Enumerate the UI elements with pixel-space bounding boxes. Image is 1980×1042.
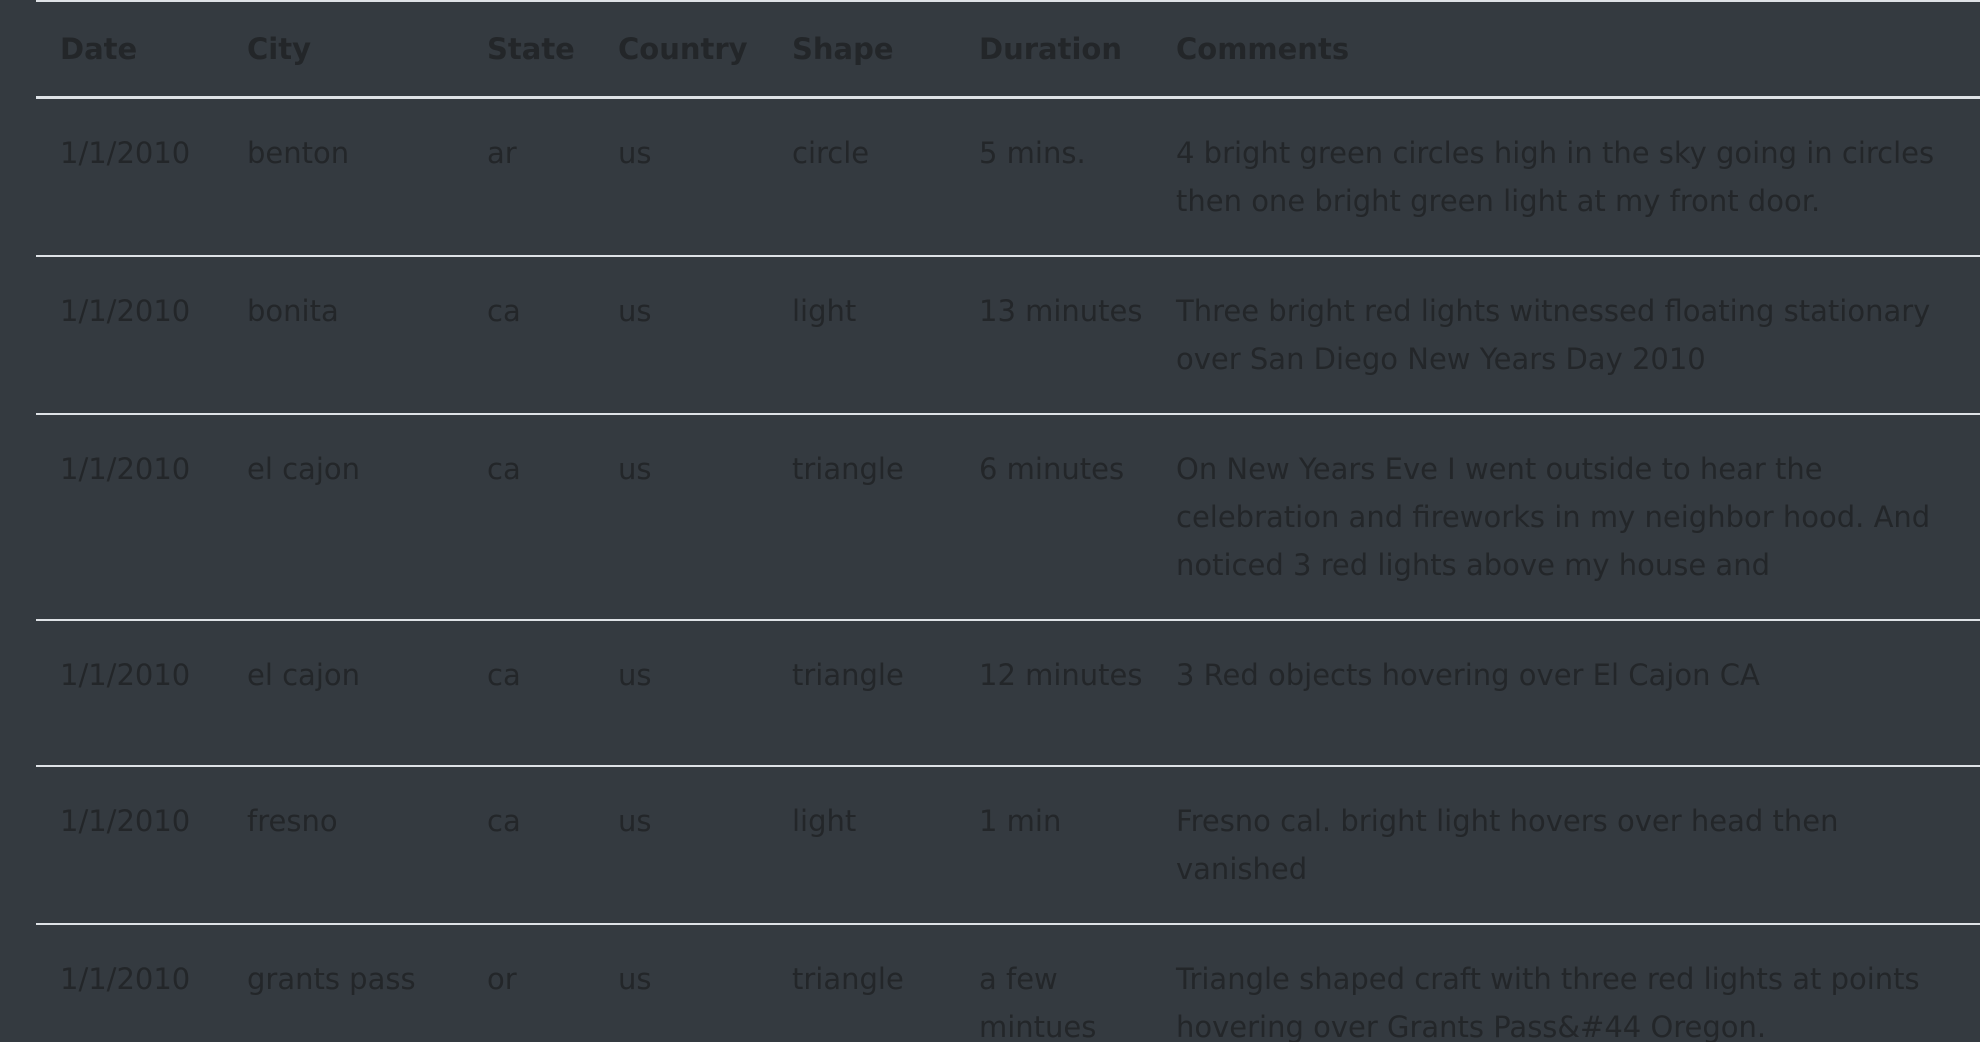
cell-country: us [618,657,652,692]
cell-comments: On New Years Eve I went outside to hear … [1176,451,1931,582]
table-row: 1/1/2010 bonita ca us light 13 minutes T… [36,256,1980,414]
cell-city: grants pass [247,961,416,996]
cell-comments: 3 Red objects hovering over El Cajon CA [1176,657,1760,692]
table-row: 1/1/2010 el cajon ca us triangle 12 minu… [36,620,1980,766]
ufo-sightings-table-container: Date City State Country Shape Duration C… [36,0,1980,1042]
column-header-city: City [247,31,311,66]
table-row: 1/1/2010 fresno ca us light 1 min Fresno… [36,766,1980,924]
cell-duration: 5 mins. [979,135,1086,170]
cell-city: fresno [247,803,338,838]
column-header-state: State [487,31,575,66]
cell-country: us [618,135,652,170]
cell-duration: 13 minutes [979,293,1143,328]
cell-shape: light [792,293,857,328]
cell-state: ar [487,135,517,170]
cell-duration: 12 minutes [979,657,1143,692]
cell-date: 1/1/2010 [60,135,191,170]
cell-country: us [618,803,652,838]
table-body: 1/1/2010 benton ar us circle 5 mins. 4 b… [36,97,1980,1042]
cell-country: us [618,293,652,328]
table-header-row: Date City State Country Shape Duration C… [36,1,1980,97]
cell-city: bonita [247,293,339,328]
table-row: 1/1/2010 grants pass or us triangle a fe… [36,924,1980,1042]
cell-date: 1/1/2010 [60,961,191,996]
cell-city: benton [247,135,350,170]
cell-shape: triangle [792,451,904,486]
cell-shape: light [792,803,857,838]
cell-state: ca [487,293,521,328]
cell-country: us [618,961,652,996]
cell-date: 1/1/2010 [60,803,191,838]
cell-state: ca [487,803,521,838]
cell-date: 1/1/2010 [60,293,191,328]
cell-comments: Three bright red lights witnessed floati… [1176,293,1931,376]
cell-date: 1/1/2010 [60,657,191,692]
cell-comments: Fresno cal. bright light hovers over hea… [1176,803,1839,886]
cell-state: or [487,961,517,996]
cell-city: el cajon [247,657,361,692]
column-header-comments: Comments [1176,31,1350,66]
cell-city: el cajon [247,451,361,486]
cell-duration: a few mintues [979,961,1097,1042]
cell-shape: triangle [792,961,904,996]
cell-country: us [618,451,652,486]
cell-shape: triangle [792,657,904,692]
column-header-shape: Shape [792,31,894,66]
cell-comments: Triangle shaped craft with three red lig… [1176,961,1920,1042]
cell-state: ca [487,657,521,692]
table-row: 1/1/2010 el cajon ca us triangle 6 minut… [36,414,1980,620]
ufo-sightings-table: Date City State Country Shape Duration C… [36,0,1980,1042]
cell-duration: 1 min [979,803,1062,838]
cell-comments: 4 bright green circles high in the sky g… [1176,135,1935,218]
table-header: Date City State Country Shape Duration C… [36,1,1980,97]
column-header-country: Country [618,31,748,66]
cell-shape: circle [792,135,870,170]
cell-duration: 6 minutes [979,451,1125,486]
column-header-date: Date [60,31,138,66]
column-header-duration: Duration [979,31,1122,66]
cell-state: ca [487,451,521,486]
table-row: 1/1/2010 benton ar us circle 5 mins. 4 b… [36,97,1980,256]
cell-date: 1/1/2010 [60,451,191,486]
